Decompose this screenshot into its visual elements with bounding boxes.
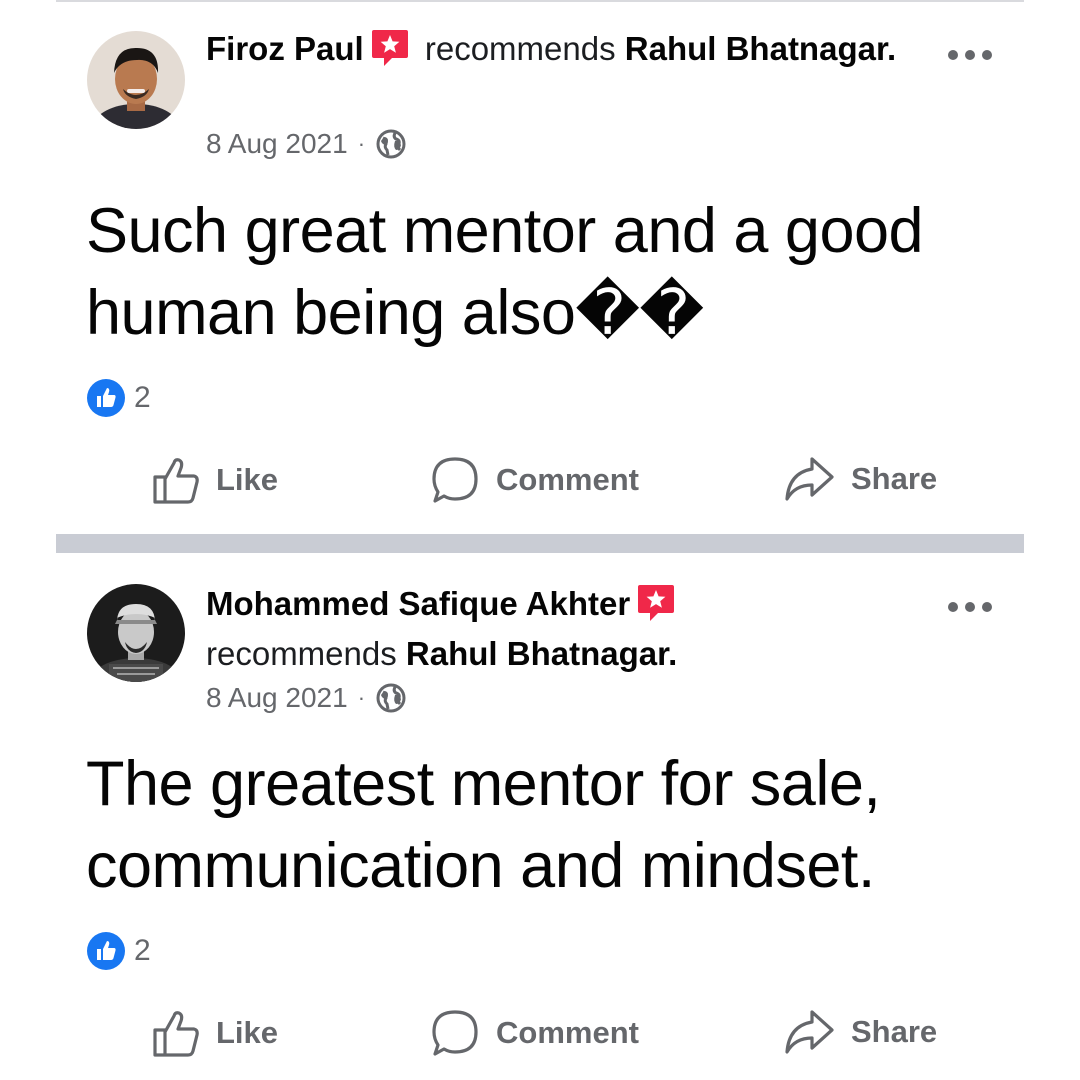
post-date[interactable]: 8 Aug 2021 [206,682,348,714]
post-text: The greatest mentor for sale, communicat… [86,749,881,901]
like-label: Like [216,462,279,497]
thumbs-up-icon [153,458,199,504]
post-header: Mohammed Safique Akhter recommends Rahul… [206,579,926,679]
more-options-icon[interactable] [948,600,992,614]
recommends-label: recommends [424,30,616,67]
recommended-page-name[interactable]: Rahul Bhatnagar. [406,635,677,672]
more-options-icon[interactable] [948,48,992,62]
like-reaction-icon [86,378,126,418]
share-label: Share [851,1014,938,1049]
comment-label: Comment [496,462,639,497]
like-button[interactable]: Like [152,1008,278,1058]
post-header: Firoz Paul recommends Rahul Bhatnagar. [206,24,926,74]
recommend-star-icon [370,28,410,68]
comment-icon [432,457,478,503]
recommends-label: recommends [206,635,397,672]
post-meta: 8 Aug 2021 · [206,682,407,714]
reaction-count: 2 [134,381,151,414]
meta-separator: · [357,685,366,710]
comment-button[interactable]: Comment [430,1008,639,1058]
post-actions: Like Comment Share [0,1008,1080,1068]
comment-button[interactable]: Comment [430,455,639,505]
post-meta: 8 Aug 2021 · [206,128,407,160]
author-name[interactable]: Firoz Paul [206,30,364,67]
post-divider [56,534,1024,553]
globe-icon [375,682,407,714]
avatar[interactable] [87,31,185,129]
share-button[interactable]: Share [783,1008,937,1056]
share-arrow-icon [785,457,834,501]
post-actions: Like Comment Share [0,455,1080,515]
share-arrow-icon [785,1010,834,1054]
recommended-page-name[interactable]: Rahul Bhatnagar. [625,30,896,67]
globe-icon [375,128,407,160]
author-name[interactable]: Mohammed Safique Akhter [206,585,630,622]
reactions-summary[interactable]: 2 [86,931,151,971]
comment-label: Comment [496,1015,639,1050]
reactions-summary[interactable]: 2 [86,378,151,418]
post-date[interactable]: 8 Aug 2021 [206,128,348,160]
like-button[interactable]: Like [152,455,278,505]
reaction-count: 2 [134,934,151,967]
comment-icon [432,1010,478,1056]
top-separator [56,0,1024,2]
post-text: Such great mentor and a good human being… [86,196,924,348]
share-label: Share [851,461,938,496]
like-label: Like [216,1015,279,1050]
thumbs-up-icon [153,1011,199,1057]
avatar[interactable] [87,584,185,682]
recommend-star-icon [636,583,676,623]
share-button[interactable]: Share [783,455,937,503]
like-reaction-icon [86,931,126,971]
meta-separator: · [357,131,366,156]
